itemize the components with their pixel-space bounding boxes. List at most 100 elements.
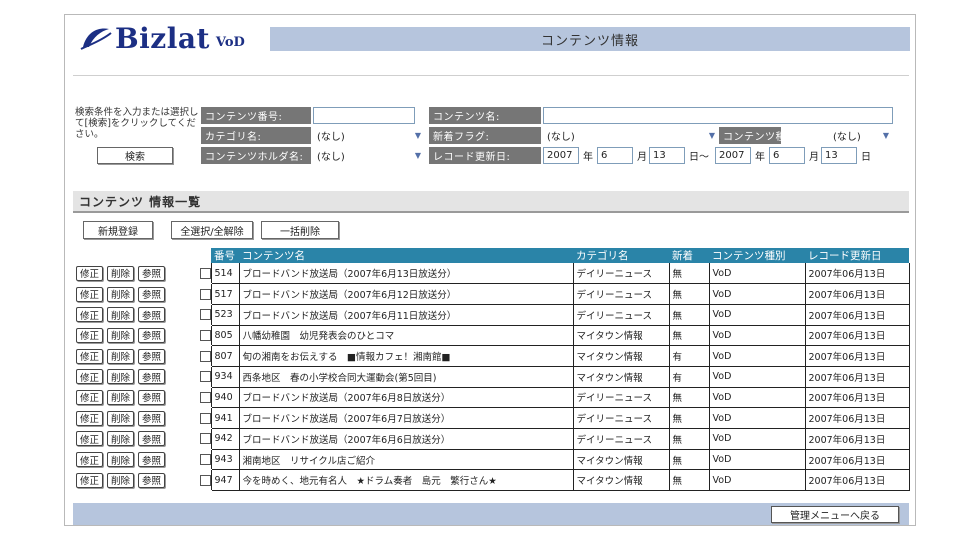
from-month-input[interactable]: 6 xyxy=(597,147,633,164)
delete-button[interactable]: 削除 xyxy=(107,472,135,488)
view-button[interactable]: 参照 xyxy=(138,472,166,488)
row-select xyxy=(197,449,211,471)
row-select xyxy=(197,407,211,429)
view-button[interactable]: 参照 xyxy=(138,431,166,447)
new-register-button[interactable]: 新規登録 xyxy=(83,221,153,239)
view-button[interactable]: 参照 xyxy=(138,307,166,323)
view-button[interactable]: 参照 xyxy=(138,410,166,426)
row-checkbox[interactable] xyxy=(200,391,211,403)
row-checkbox[interactable] xyxy=(200,267,211,279)
cell-type: VoD xyxy=(708,325,805,347)
row-actions: 修正 削除 参照 xyxy=(73,263,197,285)
view-button[interactable]: 参照 xyxy=(138,452,166,468)
content-type-select[interactable]: (なし) ▼ xyxy=(781,127,893,144)
chevron-down-icon[interactable]: ▼ xyxy=(707,130,717,141)
cell-new: 無 xyxy=(668,325,709,347)
table-row: 修正 削除 参照 807 旬の湘南をお伝えする ■情報カフェ！湘南館■ マイタウン情報有 V… xyxy=(73,345,910,367)
delete-button[interactable]: 削除 xyxy=(107,348,135,364)
edit-button[interactable]: 修正 xyxy=(76,472,104,488)
select-all-button[interactable]: 全選択/全解除 xyxy=(171,221,253,239)
cell-new: 無 xyxy=(668,283,709,305)
chevron-down-icon[interactable]: ▼ xyxy=(881,130,891,141)
to-day-input[interactable]: 13 xyxy=(821,147,857,164)
cell-updated: 2007年06月13日 xyxy=(804,387,910,409)
bulk-delete-button[interactable]: 一括削除 xyxy=(261,221,339,239)
edit-button[interactable]: 修正 xyxy=(76,389,104,405)
view-button[interactable]: 参照 xyxy=(138,286,166,302)
cell-category: デイリーニュース xyxy=(572,428,669,450)
row-actions: 修正 削除 参照 xyxy=(73,407,197,429)
delete-button[interactable]: 削除 xyxy=(107,389,135,405)
cell-new: 無 xyxy=(668,263,709,285)
chevron-down-icon[interactable]: ▼ xyxy=(413,130,423,141)
row-checkbox[interactable] xyxy=(200,371,211,383)
cell-no: 514 xyxy=(210,263,239,285)
table-row: 修正 削除 参照 517 ブロードバンド放送局（2007年6月12日放送分） デイリーニュ… xyxy=(73,283,910,305)
row-checkbox[interactable] xyxy=(200,412,211,424)
cell-type: VoD xyxy=(708,387,805,409)
cell-updated: 2007年06月13日 xyxy=(804,345,910,367)
cell-no: 942 xyxy=(210,428,239,450)
edit-button[interactable]: 修正 xyxy=(76,286,104,302)
search-button[interactable]: 検索 xyxy=(97,147,173,164)
cell-no: 934 xyxy=(210,366,239,388)
delete-button[interactable]: 削除 xyxy=(107,452,135,468)
cell-updated: 2007年06月13日 xyxy=(804,407,910,429)
from-day-input[interactable]: 13 xyxy=(649,147,685,164)
category-select[interactable]: (なし) ▼ xyxy=(313,127,425,144)
cell-name: 八幡幼稚園 幼児発表会のひとコマ xyxy=(238,325,573,347)
delete-button[interactable]: 削除 xyxy=(107,307,135,323)
holder-select[interactable]: (なし) ▼ xyxy=(313,147,425,164)
delete-button[interactable]: 削除 xyxy=(107,265,135,281)
cell-no: 517 xyxy=(210,283,239,305)
cell-updated: 2007年06月13日 xyxy=(804,428,910,450)
delete-button[interactable]: 削除 xyxy=(107,327,135,343)
edit-button[interactable]: 修正 xyxy=(76,348,104,364)
edit-button[interactable]: 修正 xyxy=(76,431,104,447)
row-select xyxy=(197,428,211,450)
row-checkbox[interactable] xyxy=(200,288,211,300)
cell-no: 807 xyxy=(210,345,239,367)
row-checkbox[interactable] xyxy=(200,329,211,341)
view-button[interactable]: 参照 xyxy=(138,369,166,385)
edit-button[interactable]: 修正 xyxy=(76,369,104,385)
edit-button[interactable]: 修正 xyxy=(76,307,104,323)
to-year-input[interactable]: 2007 xyxy=(715,147,751,164)
cell-no: 523 xyxy=(210,304,239,326)
delete-button[interactable]: 削除 xyxy=(107,410,135,426)
row-select xyxy=(197,263,211,285)
cell-name: ブロードバンド放送局（2007年6月11日放送分） xyxy=(238,304,573,326)
back-to-menu-button[interactable]: 管理メニューへ戻る xyxy=(771,506,899,523)
row-checkbox[interactable] xyxy=(200,454,211,466)
view-button[interactable]: 参照 xyxy=(138,327,166,343)
holder-select-value: (なし) xyxy=(317,152,345,163)
cell-name: 西条地区 春の小学校合同大運動会(第5回目) xyxy=(238,366,573,388)
delete-button[interactable]: 削除 xyxy=(107,431,135,447)
view-button[interactable]: 参照 xyxy=(138,389,166,405)
content-no-input[interactable] xyxy=(313,107,415,124)
delete-button[interactable]: 削除 xyxy=(107,369,135,385)
row-checkbox[interactable] xyxy=(200,350,211,362)
table-row: 修正 削除 参照 941 ブロードバンド放送局（2007年6月7日放送分） デイリーニュー… xyxy=(73,407,910,429)
row-select xyxy=(197,366,211,388)
edit-button[interactable]: 修正 xyxy=(76,265,104,281)
to-month-input[interactable]: 6 xyxy=(769,147,805,164)
edit-button[interactable]: 修正 xyxy=(76,452,104,468)
row-checkbox[interactable] xyxy=(200,474,211,486)
cell-new: 無 xyxy=(668,469,709,492)
chevron-down-icon[interactable]: ▼ xyxy=(413,150,423,161)
from-year-input[interactable]: 2007 xyxy=(543,147,579,164)
row-actions: 修正 削除 参照 xyxy=(73,469,197,492)
table-row: 修正 削除 参照 942 ブロードバンド放送局（2007年6月6日放送分） デイリーニュー… xyxy=(73,428,910,450)
content-name-input[interactable] xyxy=(543,107,893,124)
cell-type: VoD xyxy=(708,304,805,326)
row-checkbox[interactable] xyxy=(200,433,211,445)
row-checkbox[interactable] xyxy=(200,309,211,321)
view-button[interactable]: 参照 xyxy=(138,265,166,281)
view-button[interactable]: 参照 xyxy=(138,348,166,364)
row-select xyxy=(197,345,211,367)
edit-button[interactable]: 修正 xyxy=(76,327,104,343)
new-flag-select[interactable]: (なし) ▼ xyxy=(543,127,719,144)
edit-button[interactable]: 修正 xyxy=(76,410,104,426)
delete-button[interactable]: 削除 xyxy=(107,286,135,302)
